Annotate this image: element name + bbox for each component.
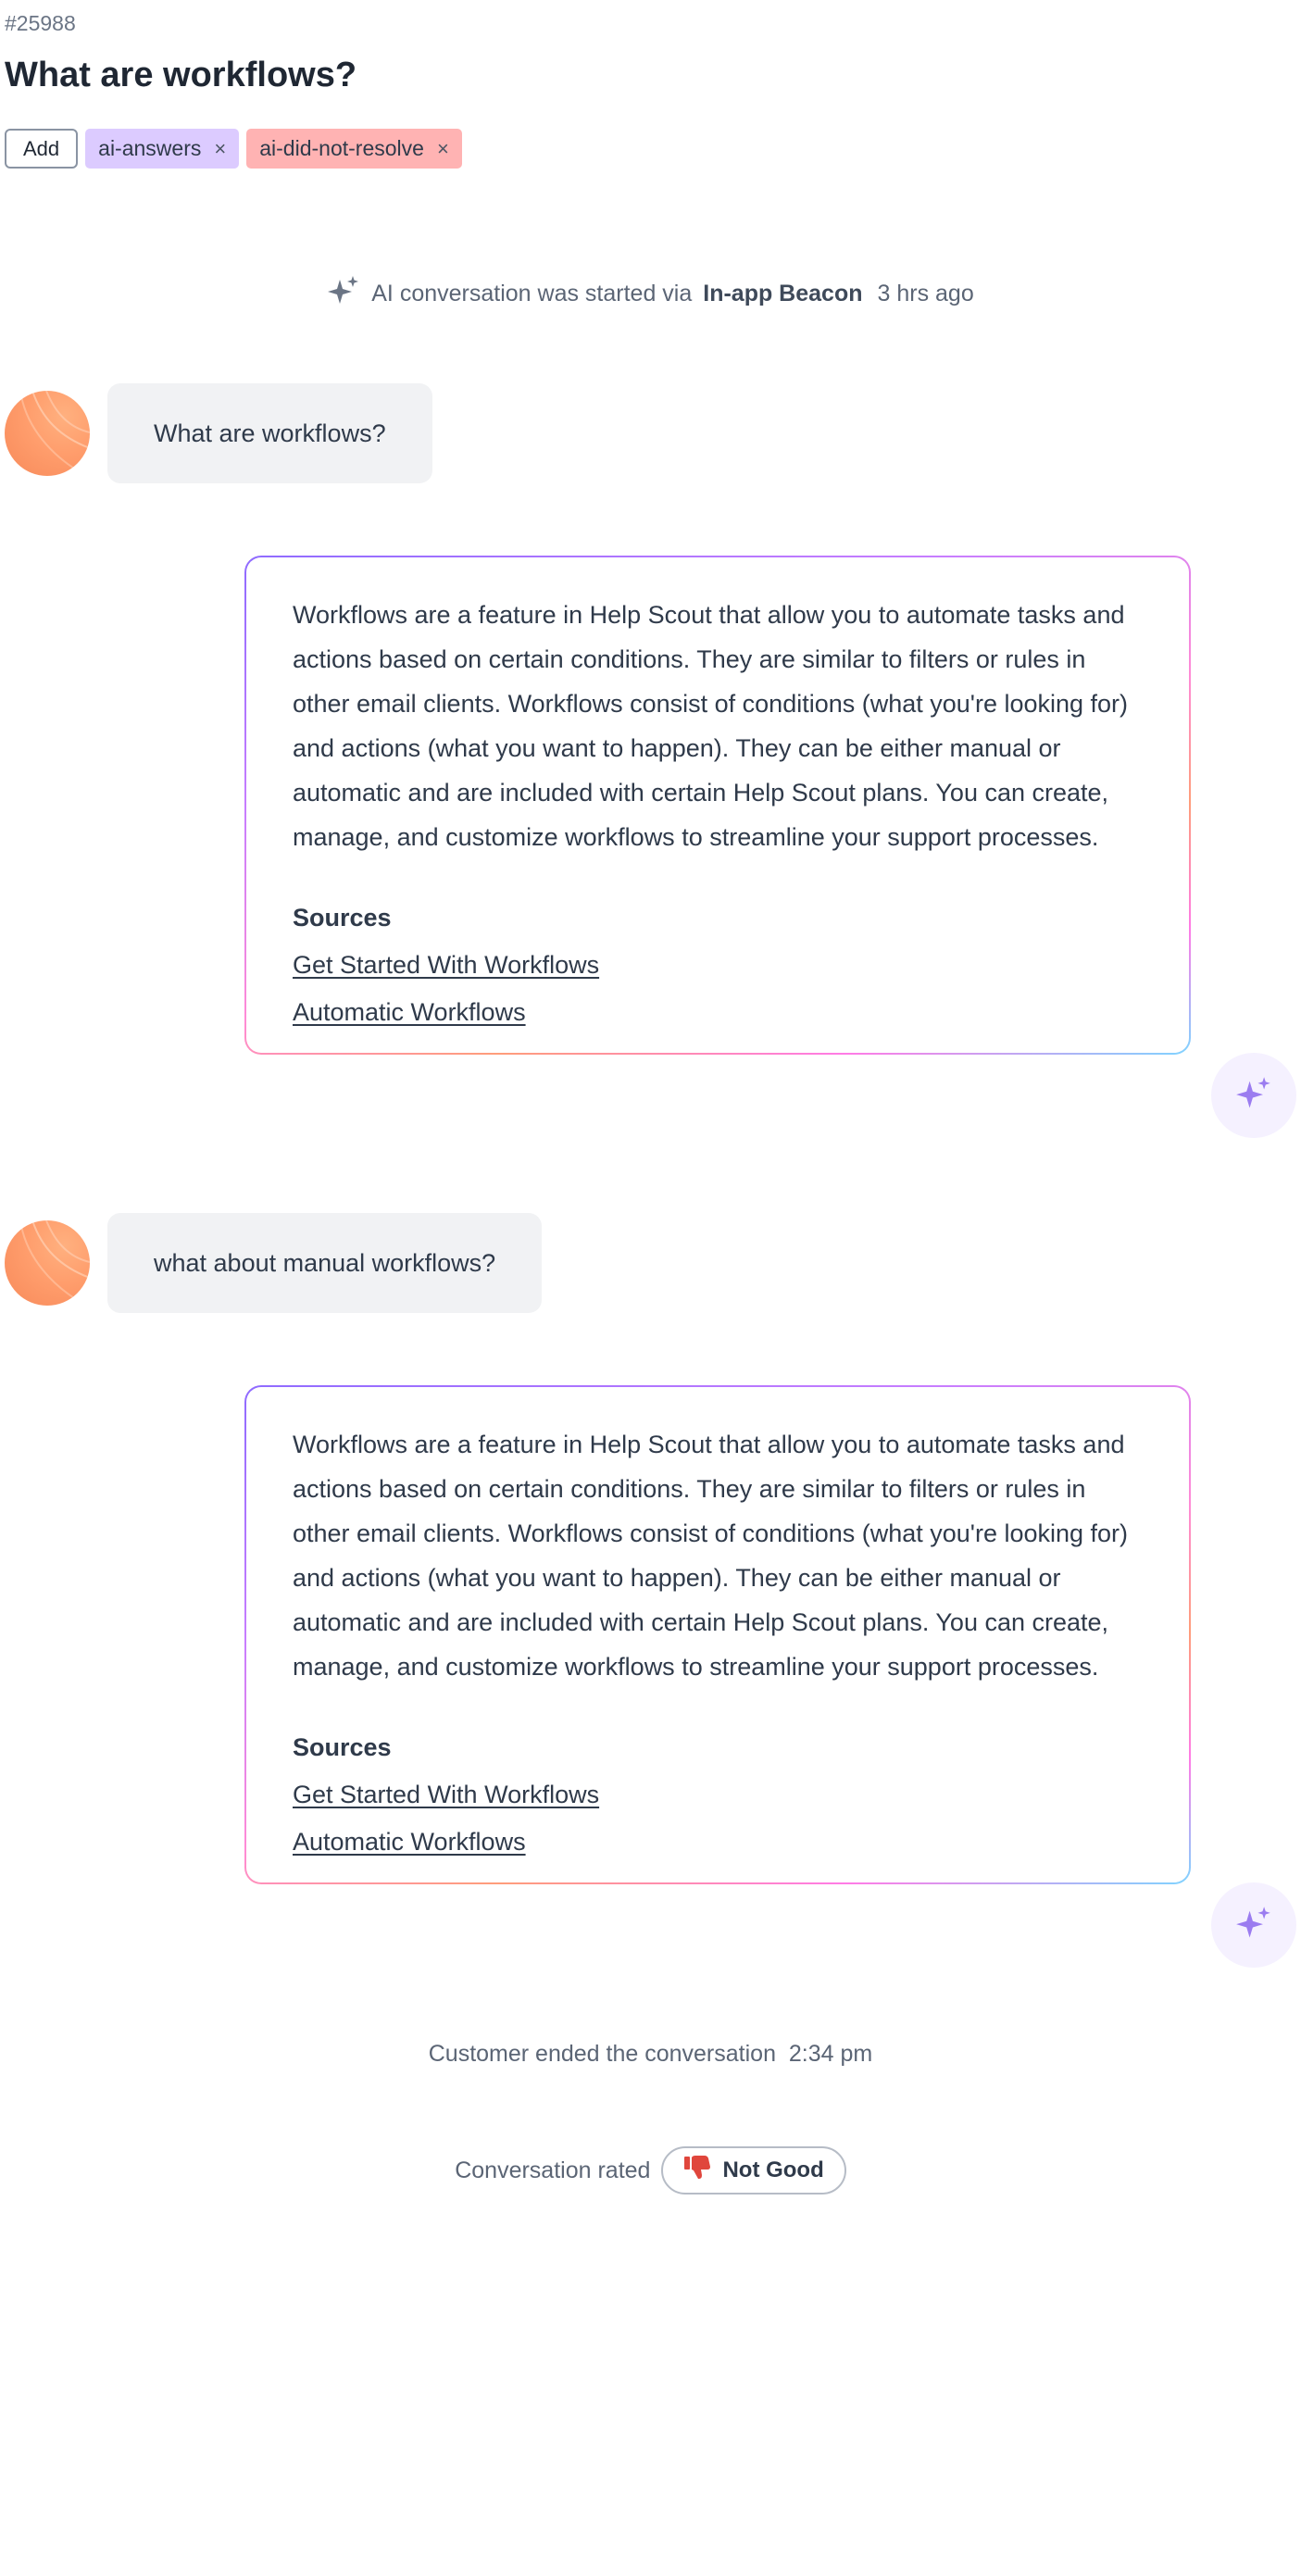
ticket-id: #25988 bbox=[5, 11, 76, 35]
conversation-rating: Conversation rated Not Good bbox=[0, 2146, 1301, 2195]
sources-heading: Sources bbox=[293, 904, 392, 932]
remove-tag-icon[interactable]: × bbox=[437, 137, 449, 161]
avatar[interactable] bbox=[5, 391, 90, 476]
end-event-text: Customer ended the conversation bbox=[428, 2041, 776, 2067]
source-link[interactable]: Get Started With Workflows bbox=[293, 1781, 1143, 1809]
tag-ai-did-not-resolve[interactable]: ai-did-not-resolve × bbox=[246, 129, 462, 169]
sparkle-icon bbox=[327, 274, 360, 314]
ai-assistant-button[interactable] bbox=[1211, 1053, 1296, 1138]
sparkle-icon bbox=[1235, 1905, 1272, 1946]
start-event-time: 3 hrs ago bbox=[877, 281, 974, 306]
rating-value: Not Good bbox=[722, 2157, 824, 2182]
start-event-text: AI conversation was started via bbox=[371, 281, 693, 306]
customer-message: What are workflows? bbox=[107, 383, 432, 483]
conversation-end-event: Customer ended the conversation 2:34 pm bbox=[0, 2041, 1301, 2068]
ai-answer-text: Workflows are a feature in Help Scout th… bbox=[293, 1431, 1129, 1681]
source-link[interactable]: Automatic Workflows bbox=[293, 998, 1143, 1027]
ai-answer-card: Workflows are a feature in Help Scout th… bbox=[244, 1385, 1191, 1884]
sparkle-icon bbox=[1235, 1075, 1272, 1117]
conversation-start-event: AI conversation was started via In-app B… bbox=[0, 274, 1301, 314]
source-link[interactable]: Automatic Workflows bbox=[293, 1828, 1143, 1857]
sources-heading: Sources bbox=[293, 1733, 392, 1761]
rating-label: Conversation rated bbox=[455, 2157, 651, 2183]
tag-label: ai-answers bbox=[98, 136, 202, 160]
remove-tag-icon[interactable]: × bbox=[214, 137, 226, 161]
avatar[interactable] bbox=[5, 1220, 90, 1306]
tag-label: ai-did-not-resolve bbox=[259, 136, 424, 160]
rating-badge: Not Good bbox=[661, 2146, 846, 2195]
tag-list: Add ai-answers × ai-did-not-resolve × bbox=[5, 129, 462, 169]
ai-answer-card: Workflows are a feature in Help Scout th… bbox=[244, 556, 1191, 1055]
start-event-channel: In-app Beacon bbox=[703, 281, 863, 306]
ai-answer-text: Workflows are a feature in Help Scout th… bbox=[293, 601, 1129, 851]
end-event-time: 2:34 pm bbox=[788, 2041, 873, 2067]
tag-ai-answers[interactable]: ai-answers × bbox=[85, 129, 240, 169]
thumbs-down-icon bbox=[683, 2155, 711, 2187]
customer-message: what about manual workflows? bbox=[107, 1213, 543, 1313]
add-tag-button[interactable]: Add bbox=[5, 129, 79, 169]
page-title: What are workflows? bbox=[5, 56, 357, 94]
source-link[interactable]: Get Started With Workflows bbox=[293, 951, 1143, 980]
ai-assistant-button[interactable] bbox=[1211, 1882, 1296, 1968]
